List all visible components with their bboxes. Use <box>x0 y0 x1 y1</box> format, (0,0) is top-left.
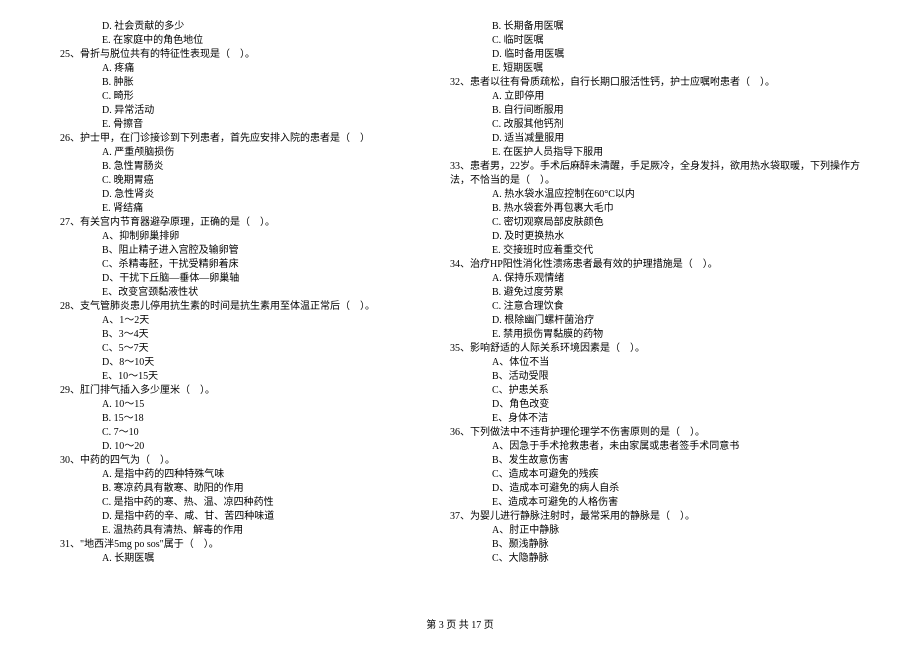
opt-e: E. 短期医嘱 <box>450 62 860 76</box>
q32-b: B. 自行间断服用 <box>450 104 860 118</box>
q29-d: D. 10～20 <box>60 440 430 454</box>
q34-e: E. 禁用损伤胃黏膜的药物 <box>450 328 860 342</box>
q28-c: C、5～7天 <box>60 342 430 356</box>
opt-d: D. 临时备用医嘱 <box>450 48 860 62</box>
q35-b: B、活动受限 <box>450 370 860 384</box>
q36-c: C、造成本可避免的残疾 <box>450 468 860 482</box>
q28-b: B、3～4天 <box>60 328 430 342</box>
q26-c: C. 晚期胃癌 <box>60 174 430 188</box>
q37-a: A、肘正中静脉 <box>450 524 860 538</box>
q34-b: B. 避免过度劳累 <box>450 286 860 300</box>
q30-e: E. 温热药具有清热、解毒的作用 <box>60 524 430 538</box>
opt-c: C. 临时医嘱 <box>450 34 860 48</box>
q25-c: C. 畸形 <box>60 90 430 104</box>
q32-d: D. 适当减量服用 <box>450 132 860 146</box>
q36-a: A、因急于手术抢救患者，未由家属或患者签手术同意书 <box>450 440 860 454</box>
page-footer: 第 3 页 共 17 页 <box>0 610 920 631</box>
opt-b: B. 长期备用医嘱 <box>450 20 860 34</box>
q31: 31、"地西泮5mg po sos"属于（ ）。 <box>60 538 430 552</box>
q37-b: B、颞浅静脉 <box>450 538 860 552</box>
q37-c: C、大隐静脉 <box>450 552 860 566</box>
q33-b: B. 热水袋套外再包裹大毛巾 <box>450 202 860 216</box>
q26-e: E. 肾结痛 <box>60 202 430 216</box>
q30: 30、中药的四气为（ ）。 <box>60 454 430 468</box>
opt-e: E. 在家庭中的角色地位 <box>60 34 430 48</box>
q29: 29、肛门排气插入多少厘米（ ）。 <box>60 384 430 398</box>
q28-e: E、10～15天 <box>60 370 430 384</box>
q34-a: A. 保持乐观情绪 <box>450 272 860 286</box>
q27-e: E、改变宫颈黏液性状 <box>60 286 430 300</box>
q25-e: E. 骨擦音 <box>60 118 430 132</box>
q32-a: A. 立即停用 <box>450 90 860 104</box>
q31-a: A. 长期医嘱 <box>60 552 430 566</box>
q28: 28、支气管肺炎患儿停用抗生素的时间是抗生素用至体温正常后（ ）。 <box>60 300 430 314</box>
q28-d: D、8～10天 <box>60 356 430 370</box>
q33-cont: 法，不恰当的是（ ）。 <box>450 174 860 188</box>
q27-d: D、干扰下丘脑—垂体—卵巢轴 <box>60 272 430 286</box>
q26-d: D. 急性肾炎 <box>60 188 430 202</box>
q30-d: D. 是指中药的辛、咸、甘、苦四种味道 <box>60 510 430 524</box>
q35: 35、影响舒适的人际关系环境因素是（ ）。 <box>450 342 860 356</box>
q35-e: E、身体不洁 <box>450 412 860 426</box>
q27-c: C、杀精毒胚，干扰受精卵着床 <box>60 258 430 272</box>
right-column: B. 长期备用医嘱 C. 临时医嘱 D. 临时备用医嘱 E. 短期医嘱 32、患… <box>440 20 870 610</box>
q33-c: C. 密切观察局部皮肤颜色 <box>450 216 860 230</box>
q32-e: E. 在医护人员指导下服用 <box>450 146 860 160</box>
q33-a: A. 热水袋水温应控制在60°C以内 <box>450 188 860 202</box>
q34-c: C. 注意合理饮食 <box>450 300 860 314</box>
q26-a: A. 严重颅脑损伤 <box>60 146 430 160</box>
q30-c: C. 是指中药的寒、热、温、凉四种药性 <box>60 496 430 510</box>
q35-d: D、角色改变 <box>450 398 860 412</box>
q27: 27、有关宫内节育器避孕原理，正确的是（ ）。 <box>60 216 430 230</box>
page-content: D. 社会贡献的多少 E. 在家庭中的角色地位 25、骨折与脱位共有的特征性表现… <box>0 0 920 610</box>
q37: 37、为婴儿进行静脉注射时，最常采用的静脉是（ ）。 <box>450 510 860 524</box>
q32-c: C. 改服其他钙剂 <box>450 118 860 132</box>
q36-e: E、造成本可避免的人格伤害 <box>450 496 860 510</box>
q26: 26、护士甲，在门诊接诊到下列患者，首先应安排入院的患者是（ ） <box>60 132 430 146</box>
q28-a: A、1～2天 <box>60 314 430 328</box>
q30-a: A. 是指中药的四种特殊气味 <box>60 468 430 482</box>
q25: 25、骨折与脱位共有的特征性表现是（ ）。 <box>60 48 430 62</box>
q26-b: B. 急性胃肠炎 <box>60 160 430 174</box>
q25-d: D. 异常活动 <box>60 104 430 118</box>
q36-d: D、造成本可避免的病人自杀 <box>450 482 860 496</box>
q25-a: A. 疼痛 <box>60 62 430 76</box>
q25-b: B. 肿胀 <box>60 76 430 90</box>
q30-b: B. 寒凉药具有散寒、助阳的作用 <box>60 482 430 496</box>
left-column: D. 社会贡献的多少 E. 在家庭中的角色地位 25、骨折与脱位共有的特征性表现… <box>50 20 440 610</box>
opt-d: D. 社会贡献的多少 <box>60 20 430 34</box>
q29-a: A. 10～15 <box>60 398 430 412</box>
q29-c: C. 7～10 <box>60 426 430 440</box>
q33: 33、患者男，22岁。手术后麻醉未清醒，手足厥冷，全身发抖，欲用热水袋取暖，下列… <box>450 160 860 174</box>
q27-b: B、阻止精子进入宫腔及输卵管 <box>60 244 430 258</box>
q36-b: B、发生故意伤害 <box>450 454 860 468</box>
q33-e: E. 交接班时应着重交代 <box>450 244 860 258</box>
q35-c: C、护患关系 <box>450 384 860 398</box>
q36: 36、下列做法中不违背护理伦理学不伤害原则的是（ ）。 <box>450 426 860 440</box>
q27-a: A、抑制卵巢排卵 <box>60 230 430 244</box>
q34-d: D. 根除幽门螺杆菌治疗 <box>450 314 860 328</box>
q33-d: D. 及时更换热水 <box>450 230 860 244</box>
q29-b: B. 15～18 <box>60 412 430 426</box>
q34: 34、治疗HP阳性消化性溃疡患者最有效的护理措施是（ ）。 <box>450 258 860 272</box>
q35-a: A、体位不当 <box>450 356 860 370</box>
q32: 32、患者以往有骨质疏松，自行长期口服活性钙，护士应嘱咐患者（ ）。 <box>450 76 860 90</box>
